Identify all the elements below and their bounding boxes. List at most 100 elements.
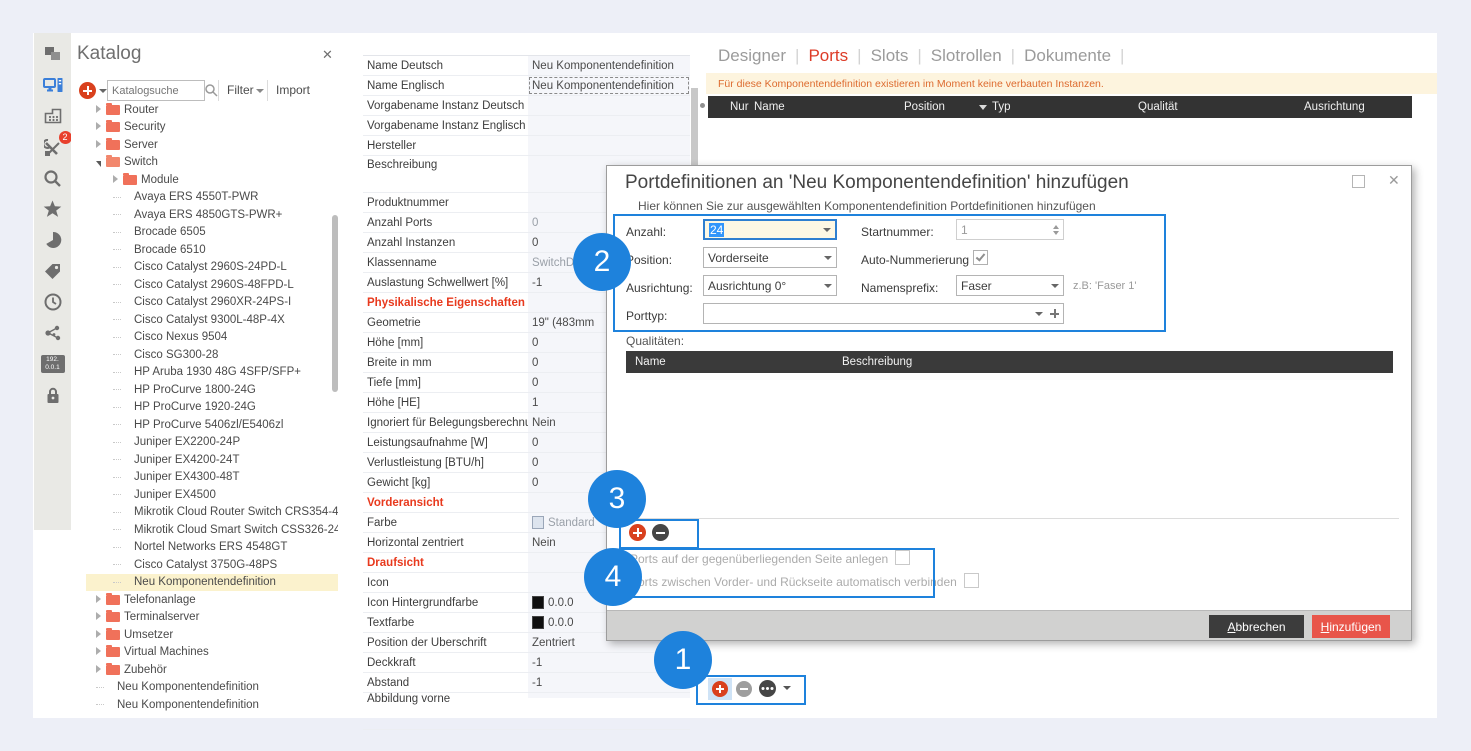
tree-item[interactable]: Cisco Catalyst 2960S-24PD-L — [86, 259, 338, 277]
ports-column-header[interactable]: Typ — [992, 101, 1138, 113]
tree-item[interactable]: Nortel Networks ERS 4548GT — [86, 539, 338, 557]
property-row[interactable]: Vorgabename Instanz Englisch — [363, 116, 690, 136]
tree-item[interactable]: Terminalserver — [86, 609, 338, 627]
opposite-side-checkbox[interactable] — [895, 550, 910, 565]
tab[interactable]: Ports — [808, 46, 870, 65]
namensprefix-combobox[interactable]: Faser — [956, 275, 1064, 296]
tree-scrollbar[interactable] — [332, 215, 338, 392]
tree-item[interactable]: HP ProCurve 1920-24G — [86, 399, 338, 417]
filter-caret-icon[interactable] — [256, 89, 264, 93]
tree-item[interactable]: Cisco Catalyst 3750G-48PS — [86, 556, 338, 574]
import-button[interactable]: Import — [276, 83, 310, 97]
tree-item[interactable]: Brocade 6510 — [86, 241, 338, 259]
tree-item[interactable]: Cisco Nexus 9504 — [86, 329, 338, 347]
tree-item[interactable]: Juniper EX4200-24T — [86, 451, 338, 469]
tree-item[interactable]: HP ProCurve 1800-24G — [86, 381, 338, 399]
tree-item[interactable]: Juniper EX4500 — [86, 486, 338, 504]
qual-beschreibung-column[interactable]: Beschreibung — [842, 356, 912, 368]
ports-column-header[interactable]: Name — [754, 101, 904, 113]
tree-item[interactable]: HP Aruba 1930 48G 4SFP/SFP+ — [86, 364, 338, 382]
expander-icon[interactable] — [96, 121, 106, 133]
tab[interactable]: Slotrollen — [931, 46, 1024, 65]
ports-column-header[interactable]: Position — [904, 101, 992, 113]
tree-item[interactable]: Brocade 6505 — [86, 224, 338, 242]
tree-item[interactable]: Virtual Machines — [86, 644, 338, 662]
porttyp-combobox[interactable] — [703, 303, 1064, 324]
catalog-search-input[interactable] — [107, 80, 205, 101]
tree-item[interactable]: Security — [86, 119, 338, 137]
add-porttyp-icon[interactable] — [1050, 309, 1059, 318]
ports-column-header[interactable]: Ausrichtung — [1304, 101, 1412, 113]
tab[interactable]: Dokumente — [1024, 46, 1133, 65]
tree-item[interactable]: Module — [86, 171, 338, 189]
tab[interactable]: Slots — [871, 46, 931, 65]
tree-item[interactable]: Mikrotik Cloud Router Switch CRS354-48P- — [86, 504, 338, 522]
add-dropdown-caret-icon[interactable] — [99, 89, 107, 93]
tree-item[interactable]: Avaya ERS 4850GTS-PWR+ — [86, 206, 338, 224]
tools-icon[interactable]: 2 — [40, 136, 66, 158]
property-row[interactable]: Deckkraft -1 — [363, 653, 690, 673]
auto-connect-checkbox[interactable] — [964, 573, 979, 588]
qual-name-column[interactable]: Name — [626, 356, 842, 368]
expander-icon[interactable] — [96, 104, 106, 116]
tree-item[interactable]: Cisco Catalyst 9300L-48P-4X — [86, 311, 338, 329]
chevron-down-icon[interactable] — [1051, 284, 1059, 288]
close-icon[interactable]: ✕ — [1388, 172, 1400, 189]
tree-item[interactable]: HP ProCurve 5406zl/E5406zl — [86, 416, 338, 434]
expander-icon[interactable] — [96, 646, 106, 658]
cancel-button[interactable]: Abbrechen — [1209, 615, 1304, 638]
chevron-down-icon[interactable] — [1035, 312, 1043, 316]
ip-address-icon[interactable]: 192.0.0.1 — [40, 353, 66, 375]
property-row[interactable]: Vorgabename Instanz Deutsch — [363, 96, 690, 116]
tree-item[interactable]: Neu Komponentendefinition — [86, 574, 338, 592]
tree-item[interactable]: Cisco SG300-28 — [86, 346, 338, 364]
tag-icon[interactable] — [40, 260, 66, 282]
tree-item[interactable]: Juniper EX2200-24P — [86, 434, 338, 452]
property-value[interactable] — [528, 136, 690, 155]
tree-item[interactable]: Telefonanlage — [86, 591, 338, 609]
chevron-down-icon[interactable] — [823, 228, 831, 232]
tree-item[interactable]: Cisco Catalyst 2960XR-24PS-I — [86, 294, 338, 312]
expander-icon[interactable] — [96, 611, 106, 623]
tree-item[interactable]: Umsetzer — [86, 626, 338, 644]
devices-icon[interactable] — [40, 74, 66, 96]
chevron-down-icon[interactable] — [824, 256, 832, 260]
autonummerierung-checkbox[interactable] — [973, 250, 988, 265]
tree-item[interactable]: Cisco Catalyst 2960S-48FPD-L — [86, 276, 338, 294]
expander-icon[interactable] — [96, 629, 106, 641]
anzahl-combobox[interactable]: 24 — [703, 219, 837, 240]
property-value[interactable]: Neu Komponentendefinition — [528, 76, 690, 95]
tree-item[interactable]: Neu Komponentendefinition — [86, 696, 338, 714]
more-actions-caret-icon[interactable] — [783, 686, 791, 690]
tree-item[interactable]: Zubehör — [86, 661, 338, 679]
property-value[interactable] — [528, 693, 690, 729]
tree-item[interactable]: Mikrotik Cloud Smart Switch CSS326-24G-2 — [86, 521, 338, 539]
close-icon[interactable]: ✕ — [322, 47, 333, 63]
expander-icon[interactable] — [96, 594, 106, 606]
rack-icon[interactable] — [40, 105, 66, 127]
tree-item[interactable]: Router — [86, 101, 338, 119]
property-row[interactable]: Abstand -1 — [363, 673, 690, 693]
filter-button[interactable]: Filter — [227, 83, 254, 97]
add-catalog-item-button[interactable] — [79, 82, 96, 99]
tree-item[interactable]: Server — [86, 136, 338, 154]
remove-port-button[interactable] — [736, 681, 752, 697]
lock-icon[interactable] — [40, 384, 66, 406]
tree-item[interactable]: Juniper EX4300-48T — [86, 469, 338, 487]
expander-icon[interactable] — [113, 174, 123, 186]
tab[interactable]: Designer — [718, 46, 808, 65]
property-row[interactable]: Abbildung vorne — [363, 693, 690, 730]
add-quality-button[interactable] — [629, 524, 646, 541]
search-icon-small[interactable] — [204, 83, 218, 102]
components-icon[interactable] — [40, 43, 66, 65]
add-port-button[interactable] — [712, 681, 728, 697]
topology-icon[interactable] — [40, 322, 66, 344]
tree-item[interactable]: Avaya ERS 4550T-PWR — [86, 189, 338, 207]
ausrichtung-combobox[interactable]: Ausrichtung 0° — [703, 275, 837, 296]
expander-icon[interactable] — [96, 156, 106, 168]
startnummer-stepper[interactable]: 1 — [956, 219, 1064, 240]
ports-column-header[interactable]: Nur — [708, 101, 754, 113]
favorites-star-icon[interactable] — [40, 198, 66, 220]
more-actions-button[interactable] — [759, 680, 776, 697]
property-value[interactable]: Neu Komponentendefinition — [528, 56, 690, 75]
